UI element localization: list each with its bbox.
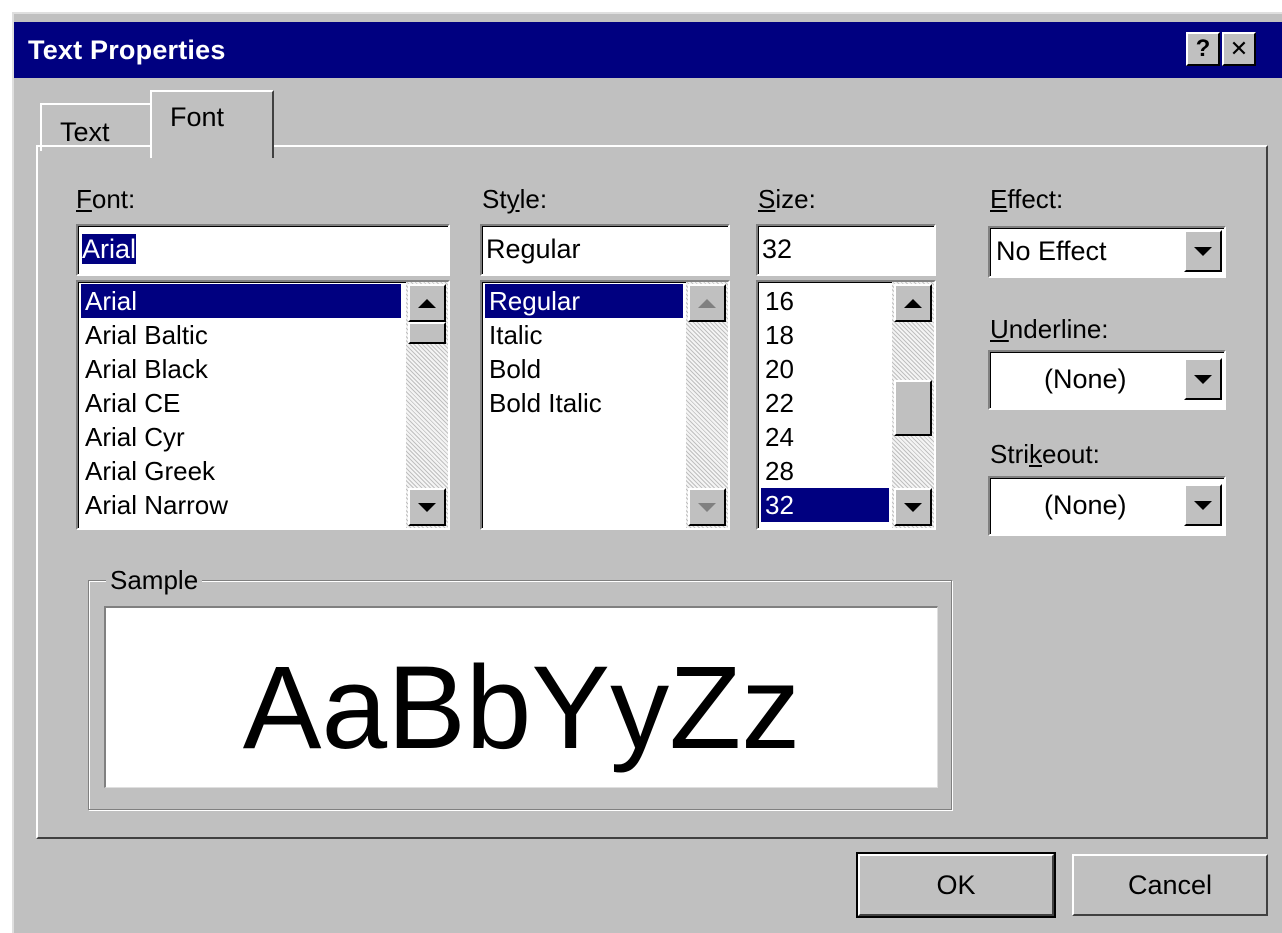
ok-button[interactable]: OK [856,852,1056,918]
close-button[interactable]: ✕ [1222,32,1256,66]
close-icon: ✕ [1229,36,1249,61]
ok-button-label: OK [936,869,976,900]
cancel-button[interactable]: Cancel [1072,854,1268,916]
window-title: Text Properties [28,35,226,65]
cancel-button-label: Cancel [1127,869,1213,900]
tab-text-label: Text [60,117,110,147]
help-icon: ? [1195,35,1211,62]
tab-font-label: Font [170,102,225,132]
title-bar[interactable]: Text Properties ? ✕ [14,22,1282,78]
text-properties-dialog: Text Properties ? ✕ Text Font Font: Aria… [12,12,1282,933]
help-button[interactable]: ? [1186,32,1220,66]
tab-text[interactable]: Text [40,103,152,151]
font-tab-panel [36,145,1268,839]
tab-font[interactable]: Font [150,90,274,158]
